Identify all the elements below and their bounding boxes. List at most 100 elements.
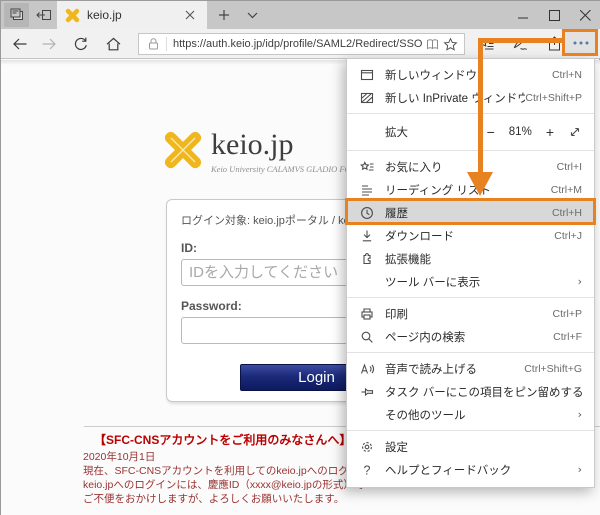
new-tab-button[interactable] [213, 5, 235, 25]
annotation-box-more-button [562, 29, 598, 56]
menu-item-label: 新しいウィンドウ [385, 67, 552, 83]
submenu-chevron-icon: › [578, 408, 582, 421]
menu-separator [347, 352, 594, 353]
zoom-level-value: 81% [509, 126, 532, 138]
browser-toolbar: https://auth.keio.jp/idp/profile/SAML2/R… [1, 29, 600, 59]
menu-item-label: 拡大 [385, 124, 487, 140]
search-icon [359, 329, 375, 345]
address-divider [166, 37, 167, 51]
menu-item-label: 設定 [385, 439, 582, 455]
menu-item-shortcut: Ctrl+I [557, 161, 582, 173]
menu-item-label: 印刷 [385, 306, 553, 322]
menu-item-extensions[interactable]: 拡張機能 [347, 247, 594, 270]
fullscreen-icon[interactable] [568, 125, 582, 139]
home-button[interactable] [101, 33, 125, 55]
logo-title: keio.jp [211, 130, 351, 160]
annotation-box-history-item [345, 198, 596, 225]
address-bar[interactable]: https://auth.keio.jp/idp/profile/SAML2/R… [138, 33, 465, 55]
submenu-chevron-icon: › [578, 463, 582, 476]
annotation-arrow-vertical [478, 38, 483, 172]
url-text[interactable]: https://auth.keio.jp/idp/profile/SAML2/R… [173, 38, 423, 50]
tab-close-icon[interactable] [181, 6, 199, 24]
reading-view-icon[interactable] [423, 35, 441, 53]
add-favorite-star-icon[interactable] [441, 35, 459, 53]
help-icon: ? [359, 462, 375, 478]
maximize-button[interactable] [539, 1, 570, 29]
menu-item-more-tools[interactable]: その他のツール› [347, 403, 594, 426]
menu-icon-spacer [359, 274, 375, 290]
forward-button[interactable] [37, 33, 61, 55]
menu-item-label: ダウンロード [385, 228, 554, 244]
read-aloud-icon [359, 361, 375, 377]
menu-item-new-inprivate-window[interactable]: 新しい InPrivate ウィンドウCtrl+Shift+P [347, 86, 594, 109]
web-note-button[interactable] [507, 32, 533, 56]
keio-x-logo-icon [163, 130, 203, 172]
menu-separator [347, 297, 594, 298]
refresh-button[interactable] [69, 33, 93, 55]
menu-item-pin-to-taskbar[interactable]: タスク バーにこの項目をピン留めする [347, 380, 594, 403]
menu-item-shortcut: Ctrl+N [552, 69, 582, 81]
menu-item-shortcut: Ctrl+F [553, 331, 582, 343]
zoom-in-button[interactable]: + [546, 124, 554, 140]
submenu-chevron-icon: › [578, 275, 582, 288]
tab-preview-icon [9, 7, 25, 23]
keio-logo: keio.jp Keio University CALAMVS GLADIO F… [163, 130, 351, 174]
menu-item-label: 音声で読み上げる [385, 361, 524, 377]
print-icon [359, 306, 375, 322]
menu-item-shortcut: Ctrl+J [554, 230, 582, 242]
menu-item-downloads[interactable]: ダウンロードCtrl+J [347, 224, 594, 247]
lock-icon [144, 35, 162, 53]
hub-favorites-button[interactable] [473, 32, 499, 56]
browser-tab-keiojp[interactable]: keio.jp [57, 1, 207, 29]
gear-icon [359, 439, 375, 455]
menu-item-label: ヘルプとフィードバック [385, 462, 578, 478]
close-window-button[interactable] [570, 1, 600, 29]
settings-dropdown-menu: 新しいウィンドウCtrl+N新しい InPrivate ウィンドウCtrl+Sh… [346, 58, 595, 488]
menu-item-new-window[interactable]: 新しいウィンドウCtrl+N [347, 63, 594, 86]
menu-separator [347, 430, 594, 431]
set-tabs-aside-icon [35, 7, 52, 23]
menu-item-zoom[interactable]: 拡大− 81% + [347, 118, 594, 146]
zoom-out-button[interactable]: − [487, 124, 495, 140]
annotation-arrow-horizontal [478, 38, 562, 43]
menu-item-label: ツール バーに表示 [385, 274, 578, 290]
notice-line: ご不便をおかけしますが、よろしくお願いいたします。 [83, 492, 600, 506]
extensions-puzzle-icon [359, 251, 375, 267]
menu-separator [347, 150, 594, 151]
menu-item-label: タスク バーにこの項目をピン留めする [385, 384, 582, 400]
menu-item-settings[interactable]: 設定 [347, 435, 594, 458]
reading-list-icon [359, 182, 375, 198]
menu-item-label: ページ内の検索 [385, 329, 553, 345]
set-tabs-aside-button[interactable] [31, 3, 56, 27]
menu-separator [347, 113, 594, 114]
minimize-button[interactable] [508, 1, 539, 29]
menu-item-show-in-toolbar[interactable]: ツール バーに表示› [347, 270, 594, 293]
tab-title: keio.jp [87, 8, 181, 22]
menu-item-shortcut: Ctrl+Shift+G [524, 363, 582, 375]
menu-item-label: その他のツール [385, 407, 578, 423]
back-button[interactable] [7, 33, 31, 55]
annotation-arrowhead [467, 172, 493, 196]
window-icon [359, 67, 375, 83]
pin-icon [359, 384, 375, 400]
menu-item-shortcut: Ctrl+Shift+P [525, 92, 582, 104]
svg-text:?: ? [364, 463, 371, 477]
menu-item-shortcut: Ctrl+P [553, 308, 582, 320]
tab-bar: keio.jp [1, 1, 600, 29]
menu-item-help-feedback[interactable]: ? ヘルプとフィードバック› [347, 458, 594, 481]
menu-item-shortcut: Ctrl+M [551, 184, 582, 196]
menu-item-read-aloud[interactable]: 音声で読み上げるCtrl+Shift+G [347, 357, 594, 380]
keio-favicon [65, 8, 80, 23]
menu-item-find-on-page[interactable]: ページ内の検索Ctrl+F [347, 325, 594, 348]
tab-list-chevron-icon[interactable] [241, 5, 263, 25]
download-icon [359, 228, 375, 244]
tab-preview-button[interactable] [4, 3, 29, 27]
menu-item-label: 拡張機能 [385, 251, 582, 267]
favorites-star-icon [359, 159, 375, 175]
menu-icon-spacer [359, 407, 375, 423]
inprivate-icon [359, 90, 375, 106]
menu-item-label: 新しい InPrivate ウィンドウ [385, 90, 525, 106]
menu-icon-spacer [359, 124, 375, 140]
menu-item-print[interactable]: 印刷Ctrl+P [347, 302, 594, 325]
logo-subtitle: Keio University CALAMVS GLADIO FO [211, 164, 351, 174]
